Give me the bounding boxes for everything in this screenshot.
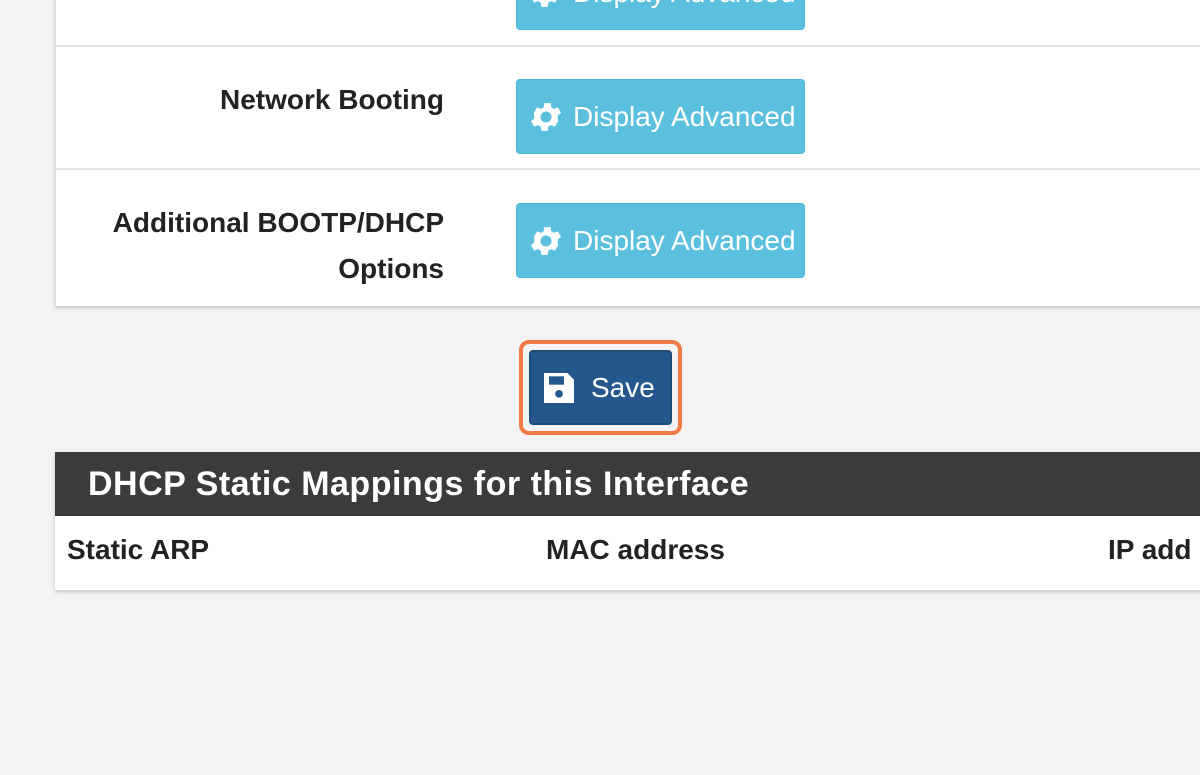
floppy-disk-icon xyxy=(544,372,574,403)
display-advanced-label: Display Advanced xyxy=(573,224,796,256)
static-mappings-panel: DHCP Static Mappings for this Interface … xyxy=(55,452,1200,590)
column-header-mac-address: MAC address xyxy=(546,534,725,565)
column-header-static-arp: Static ARP xyxy=(67,534,210,565)
gear-icon xyxy=(532,0,557,7)
display-advanced-label: Display Advanced xyxy=(573,0,796,9)
save-button[interactable]: Save xyxy=(529,350,672,425)
gear-icon xyxy=(530,226,562,255)
display-advanced-button[interactable]: Display Advanced xyxy=(516,0,805,30)
gear-icon xyxy=(530,102,562,131)
settings-row-bootp-dhcp-options: Additional BOOTP/DHCP Options Display Ad… xyxy=(56,170,1200,306)
save-highlight: Save xyxy=(519,340,682,435)
static-mappings-title: DHCP Static Mappings for this Interface xyxy=(55,452,1200,516)
settings-panel: Display Advanced Network Booting Display… xyxy=(55,0,1200,306)
settings-row-network-booting: Network Booting Display Advanced xyxy=(56,47,1200,170)
display-advanced-label: Display Advanced xyxy=(573,100,796,132)
network-booting-label: Network Booting xyxy=(220,84,444,115)
save-label: Save xyxy=(591,371,655,403)
settings-row-advanced-top: Display Advanced xyxy=(56,0,1200,47)
additional-bootp-dhcp-options-label: Additional BOOTP/DHCP Options xyxy=(112,207,444,284)
bootp-display-advanced-button[interactable]: Display Advanced xyxy=(516,203,805,278)
network-booting-display-advanced-button[interactable]: Display Advanced xyxy=(516,79,805,154)
column-header-ip-address: IP add xyxy=(1108,534,1192,565)
